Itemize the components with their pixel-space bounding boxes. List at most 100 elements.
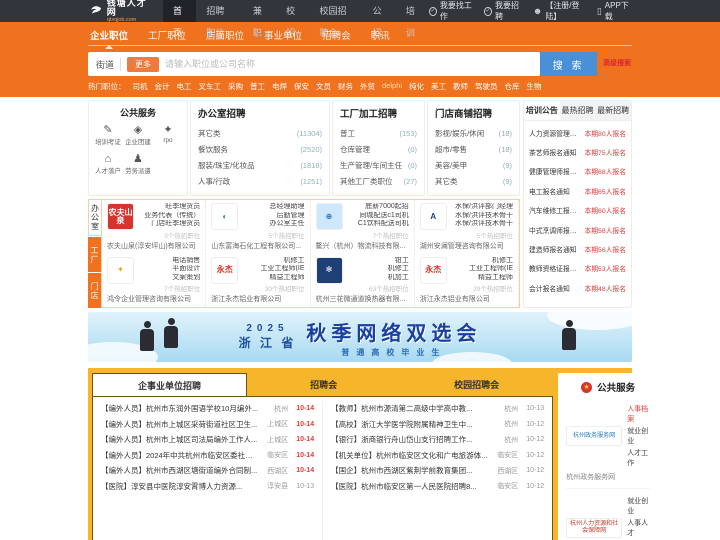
category-row[interactable]: 人事/行政 (1251) — [198, 173, 322, 189]
announcement-item[interactable]: 健康管理师报名通知 本期68人报名 — [529, 162, 626, 181]
gov-service-tag[interactable]: 人才工作 — [627, 448, 650, 468]
company-card[interactable]: A 水保/洪评部门经理 水保/洪评技术骨干 水保/洪评技术骨干 5个热招职位 湖州安澜… — [415, 200, 519, 254]
subnav-item[interactable]: 企业职位 — [88, 28, 130, 49]
company-job-link[interactable]: 后勤管理 — [242, 212, 305, 221]
topnav-item[interactable]: 校园招聘会 — [309, 0, 362, 38]
company-job-link[interactable]: 机修工 — [451, 257, 513, 266]
public-service-item[interactable]: ✎ 培训考证 — [93, 124, 123, 147]
company-job-link[interactable]: 办公室主任 — [242, 220, 305, 229]
topnav-item[interactable]: 培训 — [396, 0, 429, 38]
login-register-link[interactable]: ☻ 【注册/登陆】 — [533, 0, 585, 22]
district-selector[interactable]: 街道 — [96, 58, 114, 71]
hot-job-link[interactable]: 叉车工 — [199, 81, 222, 92]
company-job-link[interactable]: 水保/洪评技术骨干 — [451, 220, 513, 229]
bottom-tab[interactable]: 招聘会 — [247, 373, 400, 396]
company-job-link[interactable]: 工业工程师(IE — [451, 265, 513, 274]
company-tab[interactable]: 办公室 — [88, 199, 101, 236]
announcement-tab[interactable]: 最热招聘 — [559, 101, 596, 120]
hot-job-link[interactable]: 保安 — [294, 81, 309, 92]
category-row[interactable]: 仓库管理 (0) — [340, 141, 417, 157]
subnav-item[interactable]: 职讯 — [369, 28, 392, 42]
job-listing-row[interactable]: 【机关单位】杭州市临安区文化和广电旅游体... 临安区 10-12 — [331, 448, 544, 464]
company-job-link[interactable]: 同城配送c1司机 — [347, 212, 408, 221]
announcement-tab[interactable]: 培训公告 — [524, 101, 560, 120]
category-row[interactable]: 普工 (153) — [340, 125, 417, 141]
category-row[interactable]: 生产管理/车间主任 (0) — [340, 157, 417, 173]
job-listing-row[interactable]: 【银行】浙商银行舟山岱山支行招聘工作... 杭州 10-12 — [331, 432, 544, 448]
hot-job-link[interactable]: 仓库 — [505, 81, 520, 92]
topnav-item[interactable]: 校招 — [276, 0, 309, 38]
job-listing-row[interactable]: 【医院】杭州市临安区第一人民医院招聘8... 临安区 10-12 — [331, 479, 544, 495]
company-job-link[interactable]: 旺季理货员 — [138, 203, 200, 212]
announcement-tab[interactable]: 最新招聘 — [595, 101, 632, 120]
announcement-item[interactable]: 茶艺师报名通知 本期75人报名 — [529, 142, 626, 161]
announcement-item[interactable]: 建造师报名通知 本期56人报名 — [529, 239, 626, 258]
gov-service-item[interactable]: 杭州人力资源和社会保障网 就业创业人事人才社会保障 杭州人力资源和社会保障局 — [566, 488, 651, 540]
company-job-link[interactable]: C1饮料配送司机 — [347, 220, 409, 229]
gov-service-item[interactable]: 杭州政务服务网 人事档案 就业创业 人才工作 杭州政务服务网 — [566, 402, 650, 482]
category-row[interactable]: 其它类 (9) — [435, 173, 512, 189]
job-listing-row[interactable]: 【编外人员】杭州市东润外国语学校10月编外... 杭州 10-14 — [101, 401, 314, 417]
category-row[interactable]: 其他工厂类职位 (27) — [340, 173, 417, 189]
announcement-item[interactable]: 中式烹调师报名通知 本期58人报名 — [529, 220, 626, 239]
company-card[interactable]: ✦ 电话销售 平面设计 文案策划 7个热招职位 鸿令企业管理咨询有限公司 — [102, 253, 207, 307]
post-job-link[interactable]: ✓ 我要招聘 — [484, 0, 520, 22]
hot-job-link[interactable]: 驾驶员 — [475, 81, 498, 92]
gov-service-tag[interactable]: 人事人才 — [627, 518, 650, 538]
hot-job-link[interactable]: 会计 — [155, 81, 170, 92]
topnav-item[interactable]: 首页 — [163, 0, 197, 38]
job-listing-row[interactable]: 【编外人员】杭州市西湖区塘街道编外合同制... 西湖区 10-14 — [101, 463, 314, 479]
company-job-link[interactable]: 总经理助理 — [242, 203, 305, 212]
company-job-link[interactable]: 电话销售 — [138, 257, 200, 266]
topnav-item[interactable]: 兼职 — [243, 0, 276, 38]
hot-job-link[interactable]: 外贸 — [360, 81, 375, 92]
company-card[interactable]: ✻ 钳工 机修工 机加工 63个热招职位 杭州三花微通道换热器有限... — [311, 253, 415, 307]
company-job-link[interactable]: 底薪7000起招 — [347, 203, 409, 212]
gov-service-tag[interactable]: 就业创业 — [627, 496, 650, 516]
job-listing-row[interactable]: 【高校】浙江大学医学院附属精神卫生中... 杭州 10-12 — [331, 417, 544, 433]
company-job-link[interactable]: 精益工程师 — [242, 274, 305, 283]
public-service-item[interactable]: ♟ 劳务派遣 — [123, 153, 153, 176]
gov-service-tag[interactable]: 人事档案 — [627, 404, 650, 424]
company-job-link[interactable]: 水保/洪评部门经理 — [451, 203, 513, 212]
company-job-link[interactable]: 钳工 — [347, 257, 409, 266]
hot-job-link[interactable]: 生物 — [527, 81, 542, 92]
announcement-item[interactable]: 人力资源管理师报名通知 本期80人报名 — [529, 123, 626, 142]
bottom-tab[interactable]: 校园招聘会 — [400, 373, 553, 396]
topnav-item[interactable]: 招聘职位 — [196, 0, 243, 38]
hot-job-link[interactable]: 电焊 — [272, 81, 287, 92]
hot-job-link[interactable]: 财务 — [338, 81, 353, 92]
subnav-item[interactable]: 事业单位 — [262, 28, 304, 42]
company-card[interactable]: ◐ 总经理助理 后勤管理 办公室主任 5个热招职位 山东富海石化工程有限公司... — [206, 200, 311, 254]
company-card[interactable]: 永杰 机修工 工业工程师(IE 精益工程师 30个热招职位 浙江永杰铝业有限公司 — [206, 253, 311, 307]
hot-job-link[interactable]: 电工 — [177, 81, 192, 92]
announcement-item[interactable]: 电工报名通知 本期65人报名 — [529, 181, 626, 200]
app-download-link[interactable]: ▯ APP下载 — [597, 0, 630, 22]
announcement-item[interactable]: 汽车维修工报名通知 本期60人报名 — [529, 201, 626, 220]
company-card[interactable]: ⊕ 底薪7000起招 同城配送c1司机 C1饮料配送司机 7个热招职位 鳌兴（杭州）物… — [311, 200, 415, 254]
category-row[interactable]: 美容/美甲 (9) — [435, 157, 512, 173]
announcement-item[interactable]: 教师资格证报名通知 本期53人报名 — [529, 259, 626, 278]
hot-job-link[interactable]: 普工 — [250, 81, 265, 92]
company-job-link[interactable]: 机修工 — [242, 257, 305, 266]
subnav-item[interactable]: 店面职位 — [204, 28, 246, 42]
company-job-link[interactable]: 机加工 — [347, 274, 409, 283]
advanced-search-link[interactable]: 高级搜索 — [602, 59, 632, 68]
job-listing-row[interactable]: 【编外人员】杭州市上城区采荷街道社区卫生... 上城区 10-14 — [101, 417, 314, 433]
job-listing-row[interactable]: 【教师】杭州市源清第二高级中学高中教... 杭州 10-13 — [331, 401, 544, 417]
public-service-item[interactable]: ◈ 企业团建 — [123, 124, 153, 147]
public-service-item[interactable]: ✦ rpo — [153, 124, 183, 147]
category-row[interactable]: 餐饮服务 (2520) — [198, 141, 322, 157]
company-job-link[interactable]: 机修工 — [347, 265, 409, 274]
more-button[interactable]: 更多 — [127, 56, 160, 72]
job-listing-row[interactable]: 【国企】杭州市西湖区紫荆学前教育集团... 西湖区 10-12 — [331, 463, 544, 479]
gov-service-tag[interactable]: 就业创业 — [627, 426, 650, 446]
company-job-link[interactable]: 门店旺季理货员 — [138, 220, 200, 229]
company-job-link[interactable]: 工业工程师(IE — [242, 265, 305, 274]
hot-job-link[interactable]: 司机 — [133, 81, 148, 92]
hot-job-link[interactable]: 文员 — [316, 81, 331, 92]
announcement-item[interactable]: 会计报名通知 本期48人报名 — [529, 278, 626, 297]
search-input[interactable] — [165, 59, 532, 69]
subnav-item[interactable]: 工厂职位 — [146, 28, 188, 42]
company-job-link[interactable]: 水保/洪评技术骨干 — [451, 212, 513, 221]
